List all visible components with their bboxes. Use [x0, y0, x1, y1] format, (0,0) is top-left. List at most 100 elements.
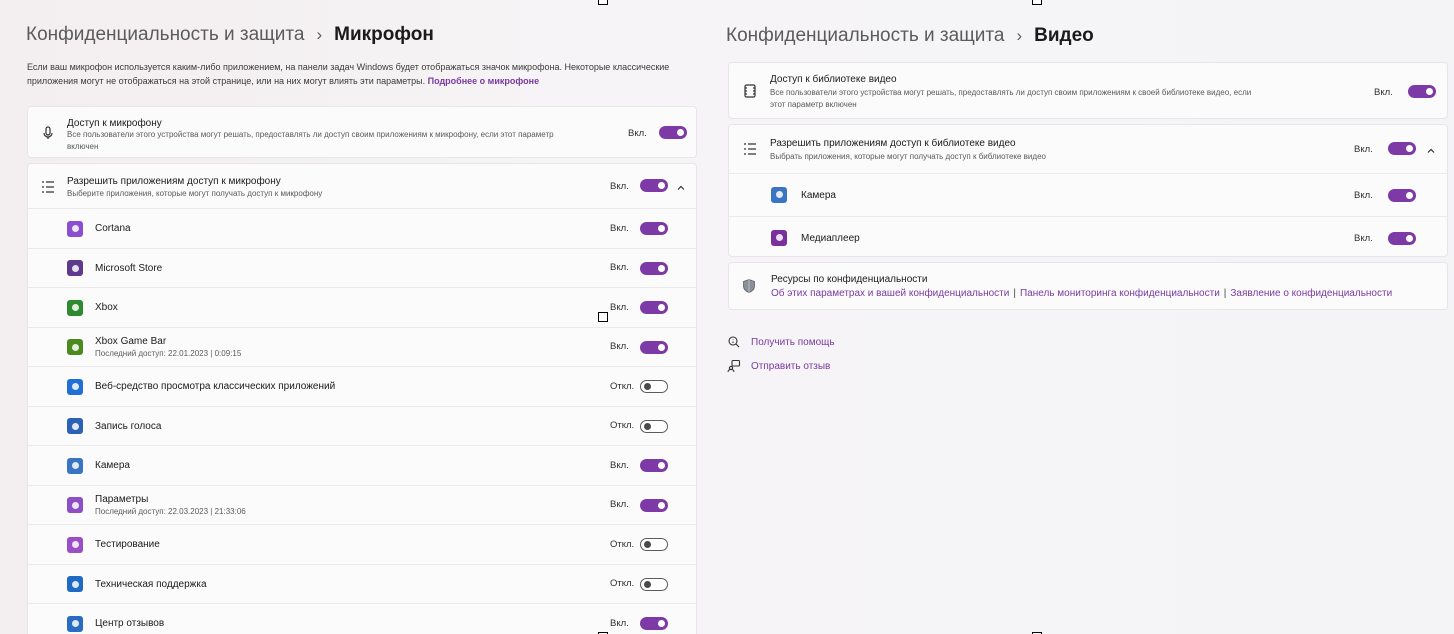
icon-glyph: [71, 422, 79, 430]
allow-apps-toggle[interactable]: [640, 179, 668, 192]
icon-glyph: [71, 264, 79, 272]
marker: [1032, 0, 1042, 5]
app-name: Центр отзывов: [95, 618, 165, 629]
film-icon: [742, 83, 758, 99]
video-settings-panel: Конфиденциальность и защита › Видео Дост…: [712, 0, 1454, 634]
app-row: Параметры Последний доступ: 22.03.2023 | …: [28, 484, 696, 525]
video-allow-apps-toggle[interactable]: [1388, 142, 1416, 155]
video-access-toggle[interactable]: [1408, 85, 1436, 98]
allow-apps-header[interactable]: Разрешить приложениям доступ к микрофону…: [28, 164, 696, 208]
get-help-label[interactable]: Получить помощь: [751, 337, 835, 348]
list-icon: [40, 179, 56, 195]
send-feedback-link[interactable]: Отправить отзыв: [727, 359, 830, 373]
app-row: Тестирование Откл.: [28, 524, 696, 564]
marker: [598, 0, 608, 5]
app-toggle[interactable]: [640, 261, 668, 275]
app-state: Вкл.: [610, 301, 629, 313]
app-toggle[interactable]: [640, 222, 668, 236]
icon-glyph: [71, 580, 79, 588]
app-row: Медиаплеер Вкл.: [729, 216, 1447, 259]
description-line-2: приложения могут не отображаться на этой…: [27, 74, 707, 88]
get-help-link[interactable]: Получить помощь: [727, 335, 835, 349]
app-name: Веб-средство просмотра классических прил…: [95, 381, 336, 392]
app-toggle[interactable]: [640, 301, 668, 315]
app-toggle[interactable]: [640, 538, 668, 552]
privacy-resources-card: Ресурсы по конфиденциальности Об этих па…: [728, 262, 1448, 310]
app-toggle[interactable]: [1388, 231, 1416, 245]
app-name: Microsoft Store: [95, 262, 163, 274]
allow-apps-desc: Выберите приложения, которые могут получ…: [67, 189, 323, 198]
video-access-title: Доступ к библиотеке видео: [770, 74, 897, 85]
app-toggle[interactable]: [1388, 188, 1416, 202]
app-state: Откл.: [610, 538, 635, 550]
app-toggle[interactable]: [640, 617, 668, 631]
app-name: Камера: [95, 460, 130, 471]
app-name: Тестирование: [95, 539, 160, 550]
icon-glyph: [71, 462, 79, 470]
microphone-access-desc-line-2: включен: [67, 142, 99, 151]
chevron-up-icon[interactable]: [676, 180, 686, 190]
app-row: Cortana Вкл.: [28, 208, 696, 248]
privacy-statement-link[interactable]: Заявление о конфиденциальности: [1230, 288, 1392, 299]
feedback-hub-icon: [67, 615, 83, 632]
app-state: Откл.: [610, 420, 635, 432]
page-description: Если ваш микрофон используется каким-либ…: [27, 60, 707, 88]
app-toggle[interactable]: [640, 340, 668, 354]
media-player-icon: [771, 229, 787, 246]
breadcrumb-parent[interactable]: Конфиденциальность и защита: [26, 24, 304, 46]
app-row: Камера Вкл.: [28, 445, 696, 485]
learn-more-link[interactable]: Подробнее о микрофоне: [428, 76, 539, 86]
app-toggle[interactable]: [640, 419, 668, 433]
breadcrumb-separator: ›: [316, 25, 323, 44]
app-state: Вкл.: [610, 262, 629, 274]
video-access-desc: Все пользователи этого устройства могут …: [770, 87, 1310, 111]
allow-apps-state: Вкл.: [610, 181, 629, 192]
app-name: Xbox: [95, 302, 118, 313]
icon-glyph: [71, 501, 79, 509]
camera-icon: [67, 457, 83, 474]
microphone-access-title: Доступ к микрофону: [67, 118, 162, 129]
video-apps-card: Разрешить приложениям доступ к библиотек…: [728, 124, 1448, 257]
resources-title: Ресурсы по конфиденциальности: [771, 274, 928, 285]
send-feedback-label[interactable]: Отправить отзыв: [751, 361, 830, 372]
microphone-apps-card: Разрешить приложениям доступ к микрофону…: [27, 163, 697, 634]
chevron-up-icon[interactable]: [1426, 143, 1436, 153]
app-toggle[interactable]: [640, 380, 668, 394]
video-access-desc-line-2: этот параметр включен: [770, 100, 857, 109]
xbox-icon: [67, 299, 83, 316]
link-divider: |: [1013, 288, 1016, 299]
breadcrumb: Конфиденциальность и защита › Видео: [726, 25, 1094, 47]
breadcrumb-parent[interactable]: Конфиденциальность и защита: [726, 25, 1004, 47]
icon-glyph: [71, 304, 79, 312]
app-toggle[interactable]: [640, 577, 668, 591]
app-name: Запись голоса: [95, 420, 162, 432]
app-name: Камера: [801, 189, 836, 201]
app-row: Веб-средство просмотра классических прил…: [28, 366, 696, 406]
app-name: Xbox Game Bar: [95, 335, 167, 347]
list-icon: [742, 141, 758, 157]
help-icon: [727, 335, 741, 349]
video-access-state: Вкл.: [1374, 87, 1393, 98]
privacy-dashboard-link[interactable]: Панель мониторинга конфиденциальности: [1020, 288, 1220, 299]
app-state: Откл.: [610, 578, 635, 590]
about-settings-link[interactable]: Об этих параметрах и вашей конфиденциаль…: [771, 288, 1009, 299]
app-last-access: Последний доступ: 22.01.2023 | 0:09:15: [95, 348, 242, 358]
microphone-icon: [40, 125, 56, 141]
app-row: Камера Вкл.: [729, 173, 1447, 216]
app-state: Вкл.: [1354, 232, 1373, 244]
icon-glyph: [71, 343, 79, 351]
breadcrumb-separator: ›: [1016, 26, 1023, 45]
app-name: Параметры: [95, 493, 149, 505]
game-bar-icon: [67, 339, 83, 356]
app-name: Техническая поддержка: [95, 578, 207, 590]
link-divider: |: [1223, 288, 1227, 299]
page-title: Видео: [1034, 25, 1094, 46]
description-line-1: Если ваш микрофон используется каким-либ…: [27, 62, 670, 72]
icon-glyph: [775, 234, 783, 241]
microphone-access-toggle[interactable]: [659, 126, 687, 139]
app-toggle[interactable]: [640, 498, 668, 512]
app-last-access: Последний доступ: 22.03.2023 | 21:33:06: [95, 506, 246, 516]
app-state: Вкл.: [610, 222, 629, 234]
allow-apps-header[interactable]: Разрешить приложениям доступ к библиотек…: [729, 125, 1447, 173]
app-toggle[interactable]: [640, 459, 668, 473]
